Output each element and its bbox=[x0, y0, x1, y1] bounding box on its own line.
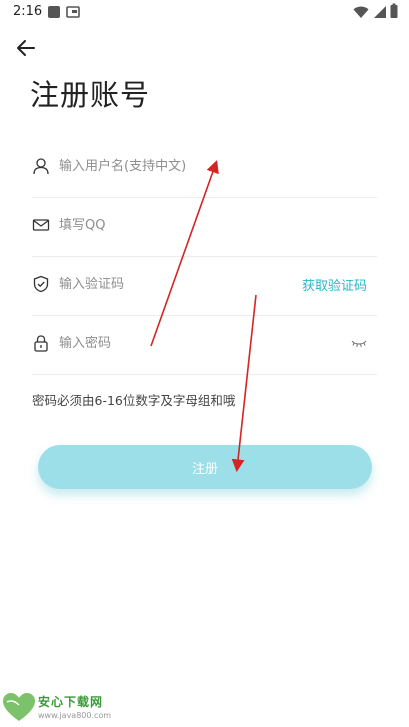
watermark-url: www.java800.com bbox=[38, 711, 112, 720]
app-notification-icon bbox=[48, 6, 60, 18]
password-input[interactable] bbox=[59, 332, 299, 354]
mail-icon bbox=[32, 219, 50, 231]
shield-icon bbox=[33, 275, 49, 293]
lock-icon bbox=[34, 335, 48, 352]
password-field-row bbox=[32, 316, 377, 375]
code-input[interactable] bbox=[59, 273, 299, 295]
back-arrow-icon[interactable] bbox=[14, 36, 38, 60]
username-input[interactable] bbox=[59, 155, 299, 177]
qq-input[interactable] bbox=[59, 214, 299, 236]
password-hint: 密码必须由6-16位数字及字母组和哦 bbox=[32, 393, 236, 408]
qq-field-row bbox=[32, 198, 377, 257]
wifi-icon bbox=[353, 6, 369, 18]
page-title: 注册账号 bbox=[30, 78, 151, 112]
screen-notification-icon bbox=[66, 6, 80, 18]
status-bar: 2:16 bbox=[0, 0, 409, 26]
register-button[interactable]: 注册 bbox=[38, 445, 372, 489]
watermark: 安心下载网 www.java800.com bbox=[2, 690, 132, 726]
username-field-row bbox=[32, 139, 377, 198]
status-time: 2:16 bbox=[13, 4, 43, 19]
signal-icon bbox=[374, 6, 386, 18]
heart-logo-icon bbox=[3, 693, 35, 721]
watermark-name: 安心下载网 bbox=[38, 695, 104, 709]
user-icon bbox=[33, 158, 49, 175]
battery-icon bbox=[390, 3, 398, 18]
get-code-button[interactable]: 获取验证码 bbox=[302, 275, 367, 294]
code-field-row: 获取验证码 bbox=[32, 257, 377, 316]
eye-closed-icon[interactable] bbox=[351, 338, 367, 348]
